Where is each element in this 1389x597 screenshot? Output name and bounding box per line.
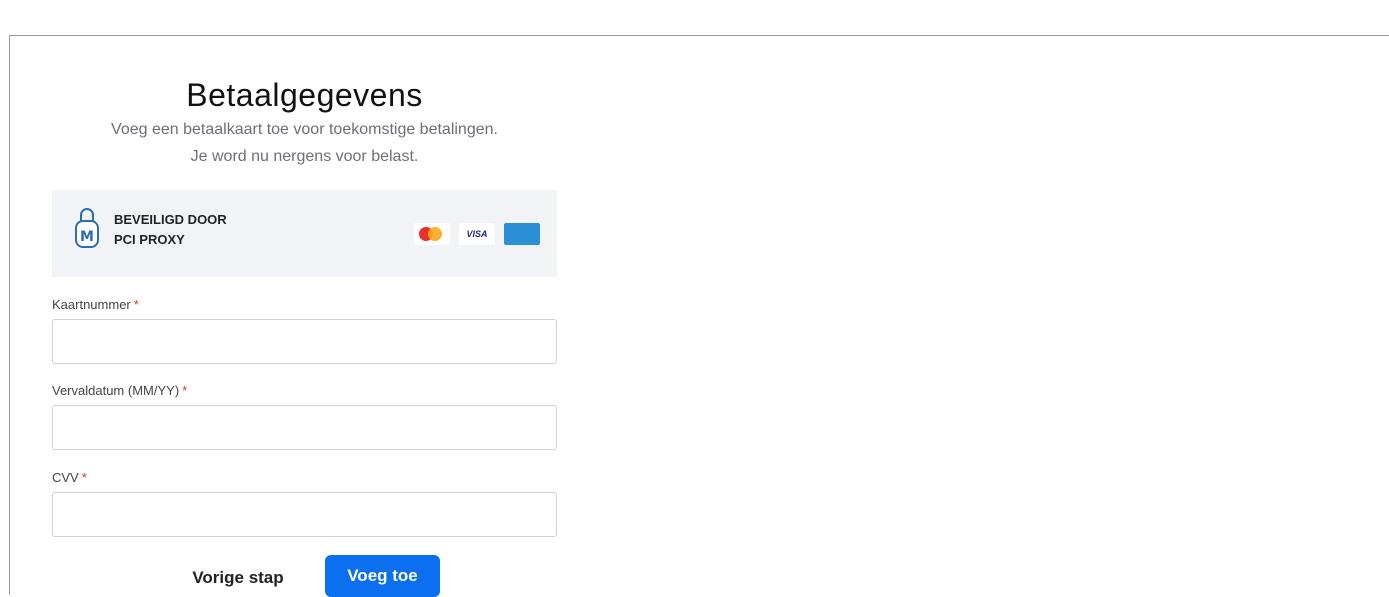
expiry-input[interactable] [52, 405, 557, 450]
expiry-label-text: Vervaldatum (MM/YY) [52, 383, 180, 398]
security-banner: M BEVEILIGD DOOR PCI PROXY VISA [52, 190, 557, 277]
cvv-label: CVV * [52, 470, 87, 485]
lock-letter: M [80, 229, 94, 245]
lock-icon: M [75, 208, 99, 248]
subtitle-line-2: Je word nu nergens voor belast. [190, 148, 419, 165]
previous-step-button[interactable]: Vorige stap [174, 560, 302, 596]
amex-icon [504, 223, 540, 245]
page-subtitle: Voeg een betaalkaart toe voor toekomstig… [52, 116, 557, 170]
add-card-button[interactable]: Voeg toe [325, 555, 440, 597]
required-mark: * [81, 470, 87, 485]
cvv-input[interactable] [52, 492, 557, 537]
expiry-label: Vervaldatum (MM/YY) * [52, 383, 187, 398]
visa-icon: VISA [459, 223, 495, 245]
card-number-label: Kaartnummer * [52, 297, 139, 312]
mastercard-icon [414, 223, 450, 245]
cvv-label-text: CVV [52, 470, 79, 485]
required-mark: * [182, 383, 188, 398]
card-number-input[interactable] [52, 319, 557, 364]
card-logos: VISA [414, 223, 540, 245]
page-title: Betaalgegevens [186, 77, 423, 114]
subtitle-line-1: Voeg een betaalkaart toe voor toekomstig… [111, 121, 498, 138]
security-line-1: BEVEILIGD DOOR [114, 212, 227, 227]
card-number-label-text: Kaartnummer [52, 297, 131, 312]
required-mark: * [133, 297, 139, 312]
security-line-2: PCI PROXY [114, 232, 185, 247]
security-text: BEVEILIGD DOOR PCI PROXY [114, 210, 227, 250]
